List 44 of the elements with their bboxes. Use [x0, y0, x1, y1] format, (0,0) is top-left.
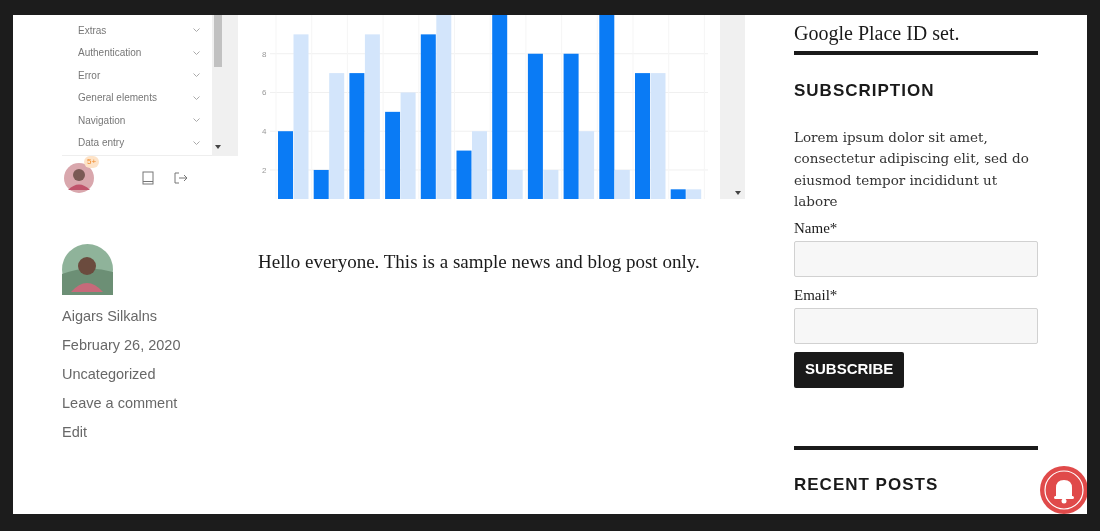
notification-bell-button[interactable]: [1040, 466, 1087, 514]
scroll-down-icon[interactable]: [215, 145, 221, 149]
axis-tick-label: 8: [262, 49, 267, 59]
axis-tick-label: 4: [262, 127, 267, 137]
axis-tick-label: 6: [262, 88, 267, 98]
scrollbar-thumb[interactable]: [214, 15, 222, 67]
menu-item[interactable]: Data entry: [62, 131, 212, 154]
post-meta-link[interactable]: February 26, 2020: [62, 335, 258, 356]
chart-bar: [456, 150, 472, 199]
menu-item[interactable]: Error: [62, 64, 212, 87]
menu-item[interactable]: Navigation: [62, 109, 212, 132]
widget-title: SUBSCRIPTION: [794, 80, 936, 102]
menu-item[interactable]: Authentication: [62, 41, 212, 64]
chevron-down-icon: [193, 140, 200, 145]
chevron-down-icon: [193, 28, 200, 33]
axis-tick-label: 2: [262, 165, 267, 175]
chevron-down-icon: [193, 73, 200, 78]
field-label: Name*: [794, 218, 839, 238]
chart-bar: [670, 189, 686, 199]
avatar-icon[interactable]: [64, 162, 94, 193]
widget-text: Google Place ID set.: [794, 21, 961, 45]
bell-icon: [1044, 470, 1084, 510]
scroll-down-icon[interactable]: [735, 191, 741, 195]
author-avatar: [62, 244, 113, 295]
chart-bar: [686, 189, 702, 199]
subscribe-button[interactable]: SUBSCRIBE: [794, 351, 905, 388]
chevron-down-icon: [193, 50, 200, 55]
post-meta-link[interactable]: Aigars Silkalns: [62, 306, 258, 327]
post-meta-link[interactable]: Leave a comment: [62, 393, 258, 414]
input-field[interactable]: [794, 240, 1038, 277]
book-icon[interactable]: [142, 170, 154, 185]
logout-icon[interactable]: [174, 171, 188, 184]
post-meta-link[interactable]: Uncategorized: [62, 364, 258, 385]
input-field[interactable]: [794, 307, 1038, 344]
widget-title: RECENT POSTS: [794, 473, 940, 496]
chevron-down-icon: [193, 95, 200, 100]
post-meta-link[interactable]: Edit: [62, 422, 258, 443]
field-label: Email*: [794, 285, 839, 305]
post-text: Hello everyone. This is a sample news and blog post only.: [258, 250, 700, 274]
widget-text: Lorem ipsum dolor sit amet, consectetur adipiscing elit, sed do eiusmod tempor incididunt ut labore: [794, 127, 1030, 211]
chart-bar: [472, 131, 487, 199]
menu-item[interactable]: General elements: [62, 86, 212, 109]
menu-item[interactable]: Extras: [62, 19, 212, 42]
chevron-down-icon: [193, 118, 200, 123]
